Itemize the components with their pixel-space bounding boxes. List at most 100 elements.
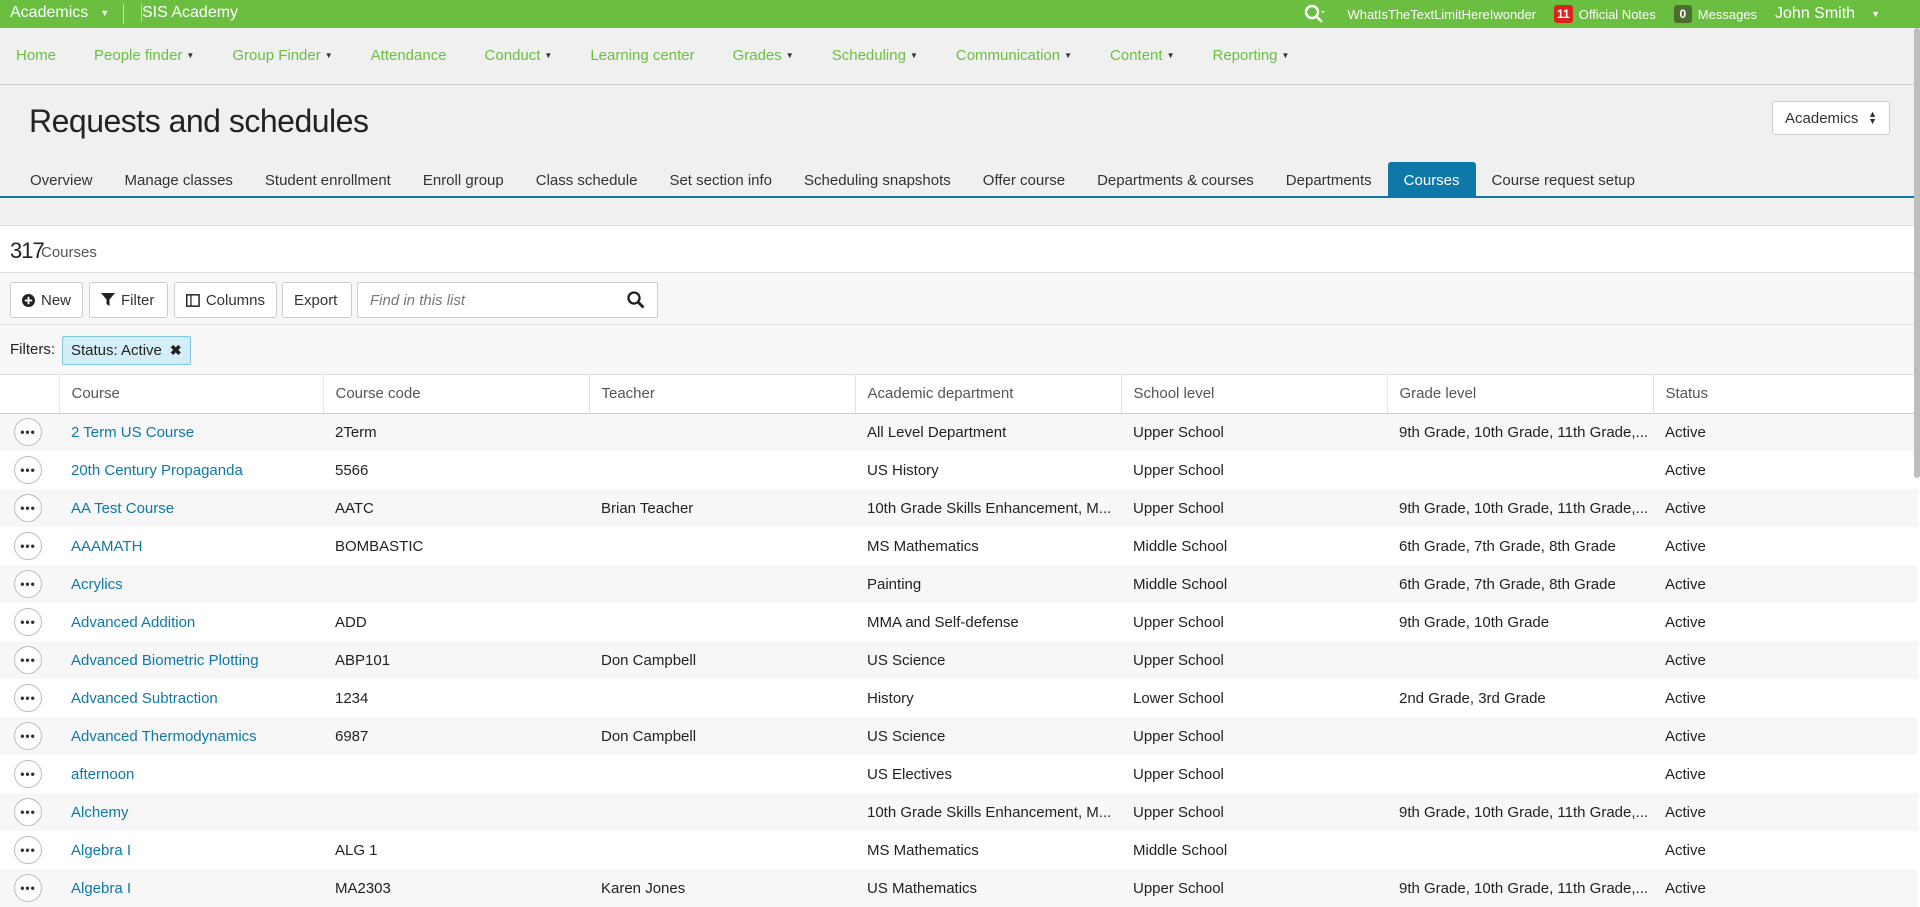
row-actions-button[interactable]: ••• bbox=[14, 570, 42, 598]
scrollbar[interactable] bbox=[1914, 28, 1920, 478]
row-actions-button[interactable]: ••• bbox=[14, 874, 42, 902]
school-level-cell: Upper School bbox=[1121, 451, 1387, 489]
columns-button[interactable]: Columns bbox=[174, 282, 277, 318]
nav-item-conduct[interactable]: Conduct ▼ bbox=[485, 47, 553, 64]
tab-courses[interactable]: Courses bbox=[1387, 162, 1476, 198]
messages-link[interactable]: Messages bbox=[1698, 7, 1757, 22]
grade-level-cell: 9th Grade, 10th Grade, 11th Grade,... bbox=[1387, 869, 1653, 907]
caret-down-icon: ▼ bbox=[1166, 51, 1175, 60]
teacher-cell: Don Campbell bbox=[589, 641, 855, 679]
row-actions-button[interactable]: ••• bbox=[14, 608, 42, 636]
tab-overview[interactable]: Overview bbox=[14, 162, 109, 198]
column-header-status[interactable]: Status bbox=[1652, 375, 1918, 414]
official-notes-link[interactable]: Official Notes bbox=[1579, 7, 1656, 22]
row-actions-cell: ••• bbox=[0, 565, 59, 603]
user-menu[interactable]: John Smith ▼ bbox=[1775, 5, 1880, 23]
course-code-cell: 1234 bbox=[323, 679, 589, 717]
filter-button[interactable]: Filter bbox=[89, 282, 168, 318]
nav-item-content[interactable]: Content ▼ bbox=[1110, 47, 1174, 64]
course-link[interactable]: Advanced Thermodynamics bbox=[59, 717, 323, 755]
row-actions-button[interactable]: ••• bbox=[14, 456, 42, 484]
column-header-course[interactable]: Course bbox=[58, 375, 323, 414]
user-link[interactable]: WhatIsTheTextLimitHereIwonder bbox=[1347, 7, 1536, 22]
school-level-cell: Upper School bbox=[1121, 717, 1387, 755]
row-actions-cell: ••• bbox=[0, 641, 59, 679]
select-arrows-icon: ▲ ▼ bbox=[1868, 109, 1877, 126]
course-link[interactable]: Advanced Subtraction bbox=[59, 679, 323, 717]
tab-scheduling-snapshots[interactable]: Scheduling snapshots bbox=[788, 162, 967, 198]
table-row: ••• Advanced Thermodynamics 6987 Don Campbe… bbox=[0, 717, 1918, 755]
row-actions-button[interactable]: ••• bbox=[14, 684, 42, 712]
course-link[interactable]: Advanced Addition bbox=[59, 603, 323, 641]
row-actions-cell: ••• bbox=[0, 831, 59, 869]
tab-offer-course[interactable]: Offer course bbox=[967, 162, 1081, 198]
notes-count-badge[interactable]: 11 bbox=[1554, 5, 1573, 23]
new-button[interactable]: New bbox=[10, 282, 83, 318]
row-actions-button[interactable]: ••• bbox=[14, 760, 42, 788]
row-actions-button[interactable]: ••• bbox=[14, 494, 42, 522]
context-select[interactable]: Academics ▲ ▼ bbox=[1772, 101, 1890, 135]
nav-item-group-finder[interactable]: Group Finder ▼ bbox=[232, 47, 332, 64]
top-bar: Academics ▼ SIS Academy WhatIsTheTextLim… bbox=[0, 0, 1920, 28]
tab-departments[interactable]: Departments bbox=[1270, 162, 1388, 198]
tab-enroll-group[interactable]: Enroll group bbox=[407, 162, 520, 198]
row-actions-button[interactable]: ••• bbox=[14, 646, 42, 674]
column-header-course-code[interactable]: Course code bbox=[322, 375, 589, 414]
course-link[interactable]: Acrylics bbox=[59, 565, 323, 603]
column-header-academic-department[interactable]: Academic department bbox=[854, 375, 1121, 414]
tab-manage-classes[interactable]: Manage classes bbox=[109, 162, 249, 198]
course-link[interactable]: Algebra I bbox=[59, 831, 323, 869]
caret-down-icon: ▼ bbox=[544, 51, 553, 60]
export-button[interactable]: Export bbox=[282, 282, 352, 318]
app-switcher[interactable]: Academics ▼ bbox=[10, 4, 109, 22]
table-body: ••• 2 Term US Course 2Term All Level Depart… bbox=[0, 413, 1918, 907]
column-header-school-level[interactable]: School level bbox=[1120, 375, 1387, 414]
caret-down-icon: ▼ bbox=[324, 51, 333, 60]
columns-icon bbox=[186, 293, 200, 307]
tab-student-enrollment[interactable]: Student enrollment bbox=[249, 162, 407, 198]
nav-item-attendance[interactable]: Attendance bbox=[371, 47, 447, 64]
messages-count-badge[interactable]: 0 bbox=[1673, 5, 1692, 23]
caret-down-icon: ▼ bbox=[1064, 51, 1073, 60]
teacher-cell bbox=[589, 565, 855, 603]
nav-item-scheduling[interactable]: Scheduling ▼ bbox=[832, 47, 918, 64]
status-cell: Active bbox=[1653, 793, 1918, 831]
status-cell: Active bbox=[1653, 451, 1918, 489]
search-icon[interactable] bbox=[1303, 3, 1326, 25]
nav-item-learning-center[interactable]: Learning center bbox=[590, 47, 694, 64]
remove-filter-icon[interactable]: ✖ bbox=[170, 342, 182, 359]
tab-set-section-info[interactable]: Set section info bbox=[653, 162, 788, 198]
column-header-grade-level[interactable]: Grade level bbox=[1386, 375, 1653, 414]
tab-class-schedule[interactable]: Class schedule bbox=[520, 162, 654, 198]
course-code-cell: 5566 bbox=[323, 451, 589, 489]
row-actions-cell: ••• bbox=[0, 451, 59, 489]
nav-item-grades[interactable]: Grades ▼ bbox=[733, 47, 794, 64]
course-link[interactable]: Algebra I bbox=[59, 869, 323, 907]
filter-button-label: Filter bbox=[121, 291, 155, 309]
course-link[interactable]: 20th Century Propaganda bbox=[59, 451, 323, 489]
school-name[interactable]: SIS Academy bbox=[141, 4, 238, 22]
status-cell: Active bbox=[1653, 679, 1918, 717]
nav-item-communication[interactable]: Communication ▼ bbox=[956, 47, 1072, 64]
course-link[interactable]: Alchemy bbox=[59, 793, 323, 831]
row-actions-button[interactable]: ••• bbox=[14, 722, 42, 750]
row-actions-button[interactable]: ••• bbox=[14, 418, 42, 447]
tab-course-request-setup[interactable]: Course request setup bbox=[1476, 162, 1651, 198]
course-link[interactable]: 2 Term US Course bbox=[59, 413, 323, 451]
table-header-row: Course Course code Teacher Academic departm… bbox=[0, 375, 1918, 414]
row-actions-button[interactable]: ••• bbox=[14, 798, 42, 826]
nav-item-home[interactable]: Home bbox=[16, 47, 56, 64]
nav-item-reporting[interactable]: Reporting ▼ bbox=[1212, 47, 1289, 64]
list-search-input[interactable] bbox=[358, 283, 608, 317]
nav-item-label: Attendance bbox=[370, 47, 447, 64]
column-header-teacher[interactable]: Teacher bbox=[588, 375, 855, 414]
tab-departments-courses[interactable]: Departments & courses bbox=[1081, 162, 1270, 198]
course-link[interactable]: Advanced Biometric Plotting bbox=[59, 641, 323, 679]
course-link[interactable]: afternoon bbox=[59, 755, 323, 793]
search-icon[interactable] bbox=[627, 291, 645, 314]
row-actions-button[interactable]: ••• bbox=[14, 532, 42, 560]
course-link[interactable]: AAAMATH bbox=[59, 527, 323, 565]
nav-item-people-finder[interactable]: People finder ▼ bbox=[94, 47, 194, 64]
row-actions-button[interactable]: ••• bbox=[14, 836, 42, 864]
course-link[interactable]: AA Test Course bbox=[59, 489, 323, 527]
